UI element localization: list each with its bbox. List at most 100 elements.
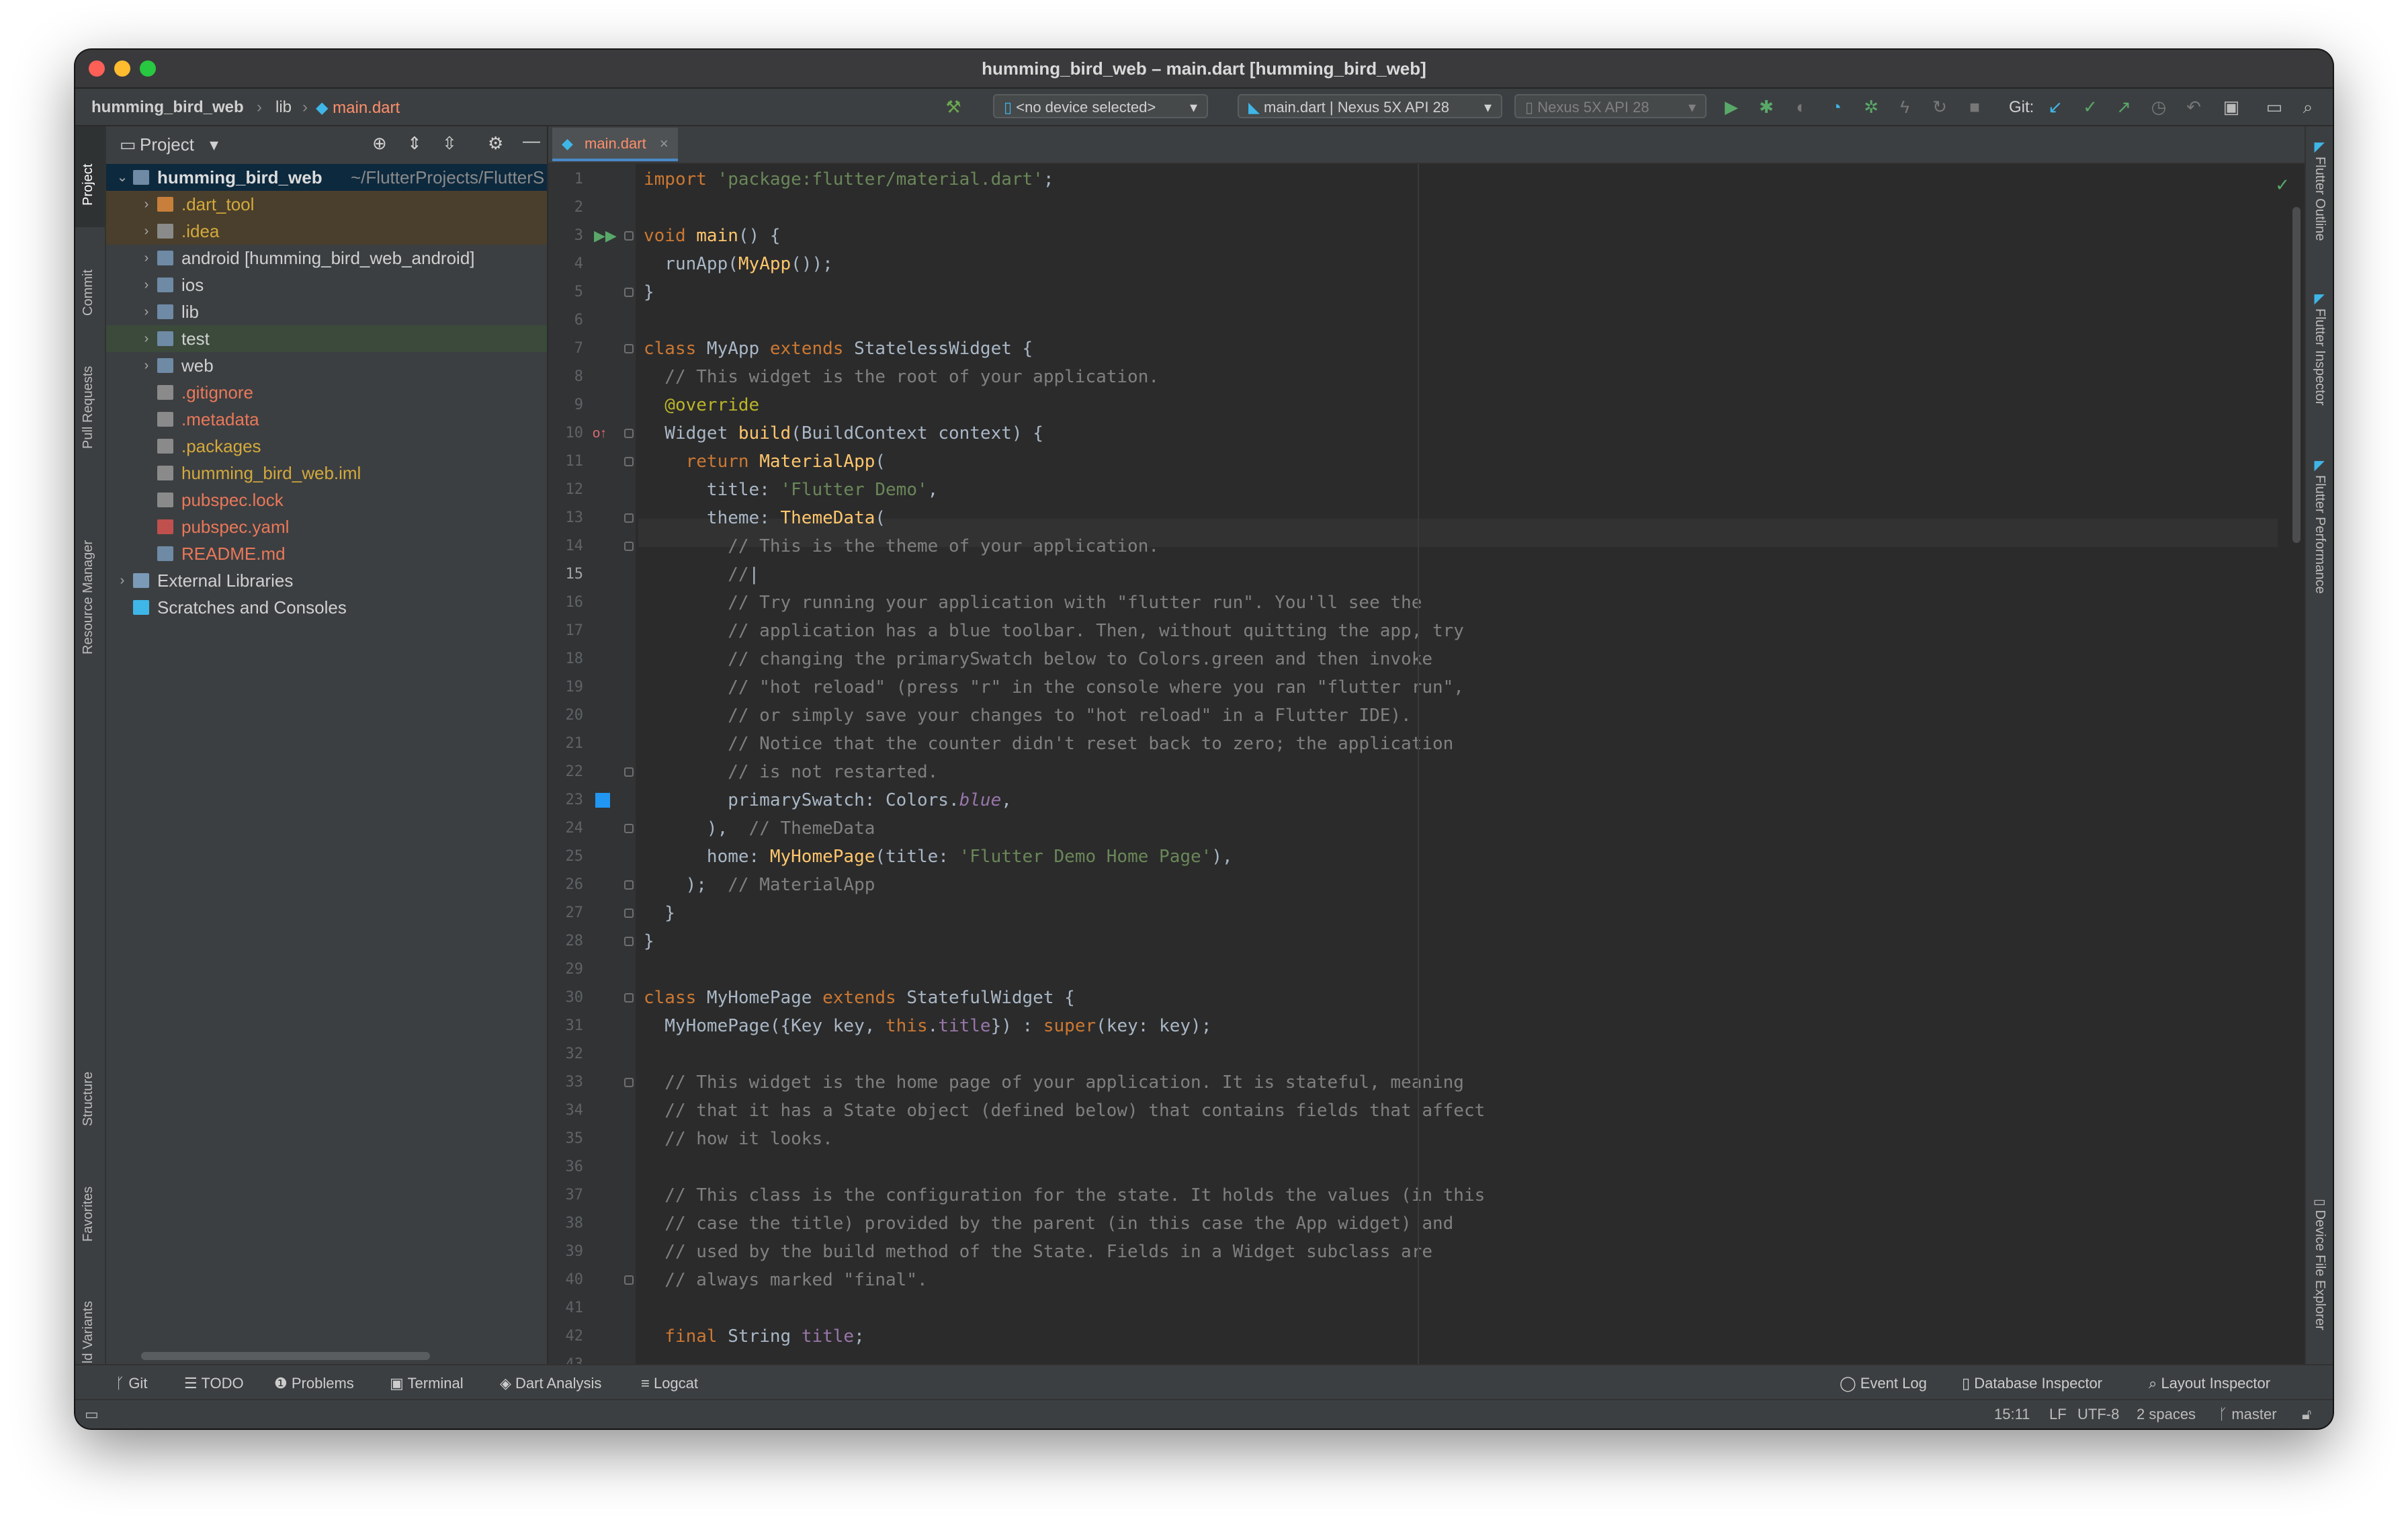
- fold-marker-icon[interactable]: [624, 1275, 634, 1285]
- tree-item[interactable]: › ios: [106, 271, 547, 298]
- code-line[interactable]: ), // ThemeData: [644, 814, 875, 843]
- tree-item[interactable]: .metadata: [106, 406, 547, 433]
- fold-marker-icon[interactable]: [624, 513, 634, 523]
- breadcrumb-file[interactable]: ◆ main.dart: [316, 98, 400, 118]
- run-configuration-selector[interactable]: ◣ main.dart | Nexus 5X API 28 ▾: [1238, 94, 1502, 118]
- tree-item[interactable]: .gitignore: [106, 379, 547, 406]
- lock-icon[interactable]: 🔓︎: [2302, 1406, 2311, 1423]
- file-encoding[interactable]: UTF-8: [2077, 1406, 2119, 1423]
- tree-item[interactable]: › android [humming_bird_web_android]: [106, 245, 547, 271]
- project-structure-icon[interactable]: ▣: [2220, 95, 2243, 118]
- tool-button-problems[interactable]: ❶ Problems: [274, 1375, 354, 1392]
- fold-marker-icon[interactable]: [624, 542, 634, 551]
- code-line[interactable]: // that it has a State object (defined b…: [644, 1097, 1485, 1125]
- expand-all-icon[interactable]: ⇕: [407, 133, 422, 154]
- tool-tab-project[interactable]: Project: [81, 164, 96, 206]
- fold-marker-icon[interactable]: [624, 457, 634, 466]
- tool-button-event-log[interactable]: ◯ Event Log: [1840, 1375, 1927, 1392]
- chevron-down-icon[interactable]: ▾: [210, 134, 218, 155]
- tool-button-database-inspector[interactable]: ▯ Database Inspector: [1962, 1375, 2102, 1392]
- code-line[interactable]: class MyApp extends StatelessWidget {: [644, 335, 1033, 363]
- chevron-right-icon[interactable]: ›: [138, 191, 155, 218]
- run-gutter-icon[interactable]: ▶▶: [594, 222, 617, 250]
- tool-tab-commit[interactable]: Commit: [81, 269, 96, 316]
- code-line[interactable]: // is not restarted.: [644, 758, 938, 786]
- gear-icon[interactable]: ⚙: [488, 133, 503, 154]
- code-line[interactable]: home: MyHomePage(title: 'Flutter Demo Ho…: [644, 843, 1233, 871]
- attach-debugger-icon[interactable]: ✲: [1860, 95, 1883, 118]
- stop-icon[interactable]: ■: [1963, 95, 1986, 118]
- profile-icon[interactable]: ◔: [1825, 95, 1848, 118]
- chevron-right-icon[interactable]: ›: [138, 298, 155, 325]
- indent-setting[interactable]: 2 spaces: [2137, 1406, 2196, 1423]
- project-view-selector[interactable]: Project: [140, 134, 194, 155]
- code-line[interactable]: // how it looks.: [644, 1125, 832, 1153]
- code-line[interactable]: void main() {: [644, 222, 781, 250]
- fold-marker-icon[interactable]: [624, 937, 634, 946]
- chevron-right-icon[interactable]: ›: [138, 352, 155, 379]
- tool-button-logcat[interactable]: ≡ Logcat: [641, 1375, 698, 1392]
- code-line[interactable]: // changing the primarySwatch below to C…: [644, 645, 1432, 673]
- history-icon[interactable]: ◷: [2147, 95, 2170, 118]
- chevron-down-icon[interactable]: ⌄: [114, 164, 130, 191]
- tool-button-git[interactable]: ᚴ Git: [116, 1375, 147, 1392]
- code-line[interactable]: // This widget is the root of your appli…: [644, 363, 1159, 391]
- tool-button-dart-analysis[interactable]: ◈ Dart Analysis: [500, 1375, 601, 1392]
- hot-reload-icon[interactable]: ϟ: [1893, 95, 1916, 118]
- tool-tab-favorites[interactable]: Favorites: [81, 1187, 96, 1242]
- code-line[interactable]: // This class is the configuration for t…: [644, 1181, 1485, 1209]
- code-line[interactable]: title: 'Flutter Demo',: [644, 476, 938, 504]
- fold-marker-icon[interactable]: [624, 429, 634, 438]
- fold-marker-icon[interactable]: [624, 288, 634, 297]
- code-line[interactable]: import 'package:flutter/material.dart';: [644, 165, 1054, 194]
- code-line[interactable]: class MyHomePage extends StatefulWidget …: [644, 984, 1075, 1012]
- code-line[interactable]: // This is the theme of your application…: [644, 532, 1159, 560]
- code-line[interactable]: //|: [644, 560, 759, 589]
- breadcrumb-folder[interactable]: lib: [275, 98, 292, 117]
- tree-item[interactable]: .packages: [106, 433, 547, 460]
- code-line[interactable]: MyHomePage({Key key, this.title}) : supe…: [644, 1012, 1211, 1040]
- code-line[interactable]: return MaterialApp(: [644, 448, 886, 476]
- code-line[interactable]: ); // MaterialApp: [644, 871, 875, 899]
- toggle-tool-windows-icon[interactable]: ▭: [85, 1406, 99, 1423]
- editor-tab-main-dart[interactable]: ◆ main.dart ×: [552, 128, 678, 161]
- code-line[interactable]: // This widget is the home page of your …: [644, 1068, 1464, 1097]
- code-line[interactable]: // "hot reload" (press "r" in the consol…: [644, 673, 1464, 702]
- fold-marker-icon[interactable]: [624, 1078, 634, 1087]
- git-branch[interactable]: ᚴ master: [2219, 1406, 2277, 1423]
- code-line[interactable]: final String title;: [644, 1322, 864, 1351]
- chevron-right-icon[interactable]: ›: [138, 325, 155, 352]
- code-line[interactable]: // or simply save your changes to "hot r…: [644, 702, 1411, 730]
- tree-item[interactable]: › test: [106, 325, 547, 352]
- hide-panel-icon[interactable]: —: [523, 130, 540, 151]
- tool-tab-flutter-inspector[interactable]: ◣ Flutter Inspector: [2312, 294, 2329, 405]
- fold-marker-icon[interactable]: [624, 824, 634, 833]
- fold-marker-icon[interactable]: [624, 344, 634, 353]
- code-line[interactable]: // application has a blue toolbar. Then,…: [644, 617, 1464, 645]
- tree-item[interactable]: README.md: [106, 540, 547, 567]
- tree-root[interactable]: ⌄ humming_bird_web ~/FlutterProjects/Flu…: [106, 164, 547, 191]
- tree-item[interactable]: › .dart_tool: [106, 191, 547, 218]
- code-line[interactable]: // Try running your application with "fl…: [644, 589, 1422, 617]
- code-line[interactable]: }: [644, 278, 654, 306]
- collapse-all-icon[interactable]: ⇳: [442, 133, 457, 154]
- git-push-icon[interactable]: ↗: [2112, 95, 2135, 118]
- vertical-scrollbar[interactable]: [2292, 207, 2300, 543]
- tool-tab-flutter-performance[interactable]: ◣ Flutter Performance: [2312, 461, 2329, 594]
- tree-item[interactable]: › External Libraries: [106, 567, 547, 594]
- tree-item[interactable]: › lib: [106, 298, 547, 325]
- tool-tab-device-file-explorer[interactable]: ▯ Device File Explorer: [2312, 1199, 2329, 1330]
- override-gutter-icon[interactable]: o↑: [593, 419, 607, 448]
- locate-file-icon[interactable]: ⊕: [372, 133, 387, 154]
- code-content[interactable]: import 'package:flutter/material.dart'; v…: [638, 164, 2305, 1365]
- tool-button-terminal[interactable]: ▣ Terminal: [390, 1375, 464, 1392]
- breadcrumb-project[interactable]: humming_bird_web: [91, 98, 244, 117]
- horizontal-scrollbar[interactable]: [141, 1352, 430, 1360]
- tree-item[interactable]: pubspec.yaml: [106, 513, 547, 540]
- code-line[interactable]: theme: ThemeData(: [644, 504, 886, 532]
- code-line[interactable]: }: [644, 927, 654, 956]
- tool-tab-resource-manager[interactable]: Resource Manager: [81, 540, 96, 654]
- tool-button-layout-inspector[interactable]: ⌕ Layout Inspector: [2149, 1375, 2270, 1392]
- fold-marker-icon[interactable]: [624, 908, 634, 918]
- fold-marker-icon[interactable]: [624, 993, 634, 1003]
